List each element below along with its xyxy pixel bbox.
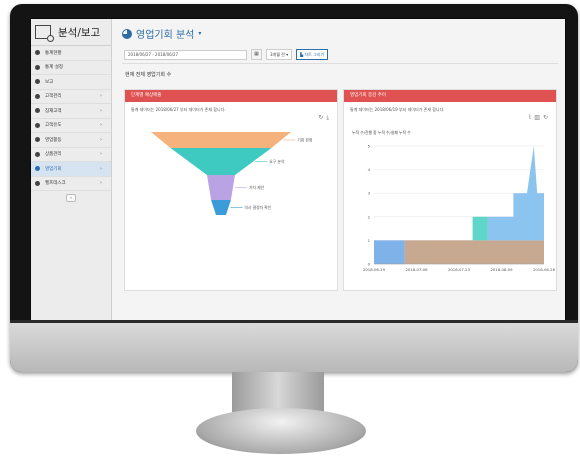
sidebar-item[interactable]: 영업활동 ›: [31, 133, 111, 148]
app-title: 분석/보고: [58, 26, 101, 39]
trend-panel: 영업기회 증감 추이 통계 데이터는 2018/06/19 부터 데이터가 존재…: [343, 89, 557, 291]
refresh-icon[interactable]: ↻: [543, 114, 548, 121]
sidebar-item-label: 통계 설정: [45, 65, 63, 71]
building-icon: [35, 122, 40, 128]
x-tick-label: 2018-08-09: [490, 267, 513, 272]
divider: [122, 63, 558, 64]
chart-icon: [35, 166, 40, 172]
chevron-down-icon[interactable]: ▾: [198, 30, 201, 37]
sidebar-item-label: 보고: [45, 79, 54, 85]
monitor-bezel: 분석/보고 통계현황 통계 설정 보고 고객관리 › 잠재고객 › 고객유도 › 영업활동 › 상품관…: [10, 4, 578, 372]
series-progress-area[interactable]: [472, 216, 488, 241]
draw-chart-label: 차트 그리기: [304, 52, 325, 57]
info-icon: [35, 108, 40, 114]
pie-chart-icon: [122, 28, 132, 39]
bar-chart-icon: ▙: [300, 52, 304, 57]
page-title-text: 영업기회 분석: [136, 30, 195, 41]
sidebar-item[interactable]: 고객관리 ›: [31, 90, 111, 104]
chevron-right-icon: ›: [100, 180, 102, 187]
funnel-stage[interactable]: [211, 200, 231, 215]
sidebar-collapse-button[interactable]: «: [66, 194, 76, 202]
trend-tools: ⌇ ▥ ↻: [528, 114, 548, 121]
sidebar-nav: 통계현황 통계 설정 보고 고객관리 › 잠재고객 › 고객유도 › 영업활동 › 상품관리 › 영업기회…: [31, 46, 111, 191]
handshake-icon: [35, 93, 40, 99]
y-tick-label: 2: [368, 214, 371, 219]
draw-chart-button[interactable]: ▙ 차트 그리기: [296, 49, 329, 60]
gift-icon: [35, 151, 40, 157]
y-tick-label: 3: [368, 191, 371, 196]
pie-chart-icon: [35, 64, 40, 70]
sidebar-item-label: 영업활동: [45, 137, 62, 143]
main-content: 영업기회 분석 ▾ 2018/06/27 - 2018/06/27 ▦ 3개월 …: [112, 19, 565, 325]
trend-chart: 0 1 2 3 4 5 2018-06-19 2018-07-06 2018-07-23 2018…: [363, 144, 556, 273]
sidebar-item[interactable]: 영업기회 ›: [31, 162, 111, 177]
funnel-panel-header: 단계별 예상매출: [125, 90, 337, 102]
sidebar-item-label: 고객관리: [45, 94, 62, 100]
y-tick-label: 4: [368, 167, 371, 172]
monitor-chin: [10, 320, 578, 372]
sidebar: 분석/보고 통계현황 통계 설정 보고 고객관리 › 잠재고객 › 고객유도 › 영업활동 › 상품관…: [31, 19, 112, 325]
line-chart-icon[interactable]: ⌇: [528, 114, 531, 121]
sidebar-item[interactable]: 헬프데스크 ›: [31, 177, 111, 191]
funnel-stage[interactable]: [151, 132, 291, 148]
report-search-icon: [35, 25, 54, 42]
x-tick-label: 2018-06-19: [363, 267, 386, 272]
sidebar-item-label: 영업기회: [45, 166, 62, 172]
x-tick-label: 2018-07-23: [448, 267, 471, 272]
funnel-chart: 기회 판정요구 분석가치 제안의사 결정자 확인: [151, 132, 313, 215]
sidebar-item[interactable]: 보고: [31, 75, 111, 90]
headset-icon: [35, 180, 40, 186]
funnel-stage-label: 가치 제안: [249, 185, 265, 190]
y-tick-label: 5: [368, 144, 371, 149]
screen: 분석/보고 통계현황 통계 설정 보고 고객관리 › 잠재고객 › 고객유도 › 영업활동 › 상품관…: [30, 18, 566, 326]
chevron-right-icon: ›: [100, 93, 102, 100]
filter-toolbar: 2018/06/27 - 2018/06/27 ▦ 3개월 전 ▾ ▙ 차트 그…: [124, 49, 329, 60]
funnel-stage-label: 요구 분석: [269, 159, 285, 164]
chevron-right-icon: ›: [100, 165, 102, 172]
chevron-right-icon: ›: [100, 151, 102, 158]
y-tick-label: 1: [368, 238, 371, 243]
monitor-chin-edge: [10, 320, 578, 323]
sidebar-item-label: 고객유도: [45, 123, 62, 129]
period-select-value: 3개월 전: [270, 52, 285, 57]
page-title: 영업기회 분석 ▾: [122, 26, 201, 41]
sidebar-item-label: 통계현황: [45, 50, 62, 56]
bar-chart-icon[interactable]: ▥: [534, 114, 540, 121]
chevron-right-icon: ›: [100, 107, 102, 114]
sidebar-item-label: 잠재고객: [45, 108, 62, 114]
section-subtitle: 현재 전체 영업기회 수: [125, 72, 172, 78]
briefcase-icon: [35, 137, 40, 143]
period-select[interactable]: 3개월 전 ▾: [266, 49, 293, 60]
sidebar-item[interactable]: 고객유도 ›: [31, 119, 111, 133]
series-failed-area[interactable]: [404, 240, 544, 264]
funnel-panel: 단계별 예상매출 통계 데이터는 2018/06/27 부터 데이터가 존재 합…: [124, 89, 338, 291]
calendar-icon[interactable]: ▦: [251, 49, 262, 60]
x-tick-label: 2018-08-26: [533, 267, 556, 272]
funnel-panel-note: 통계 데이터는 2018/06/27 부터 데이터가 존재 합니다.: [131, 107, 226, 112]
y-tick-label: 0: [368, 262, 371, 267]
sidebar-item[interactable]: 상품관리 ›: [31, 148, 111, 162]
funnel-stage-label: 기회 판정: [297, 138, 313, 143]
brand: 분석/보고: [31, 19, 111, 46]
chevron-right-icon: ›: [100, 136, 102, 143]
date-range-input[interactable]: 2018/06/27 - 2018/06/27: [124, 49, 247, 60]
sidebar-item[interactable]: 잠재고객 ›: [31, 104, 111, 119]
pie-chart-icon: [35, 50, 40, 56]
funnel-stage-label: 의사 결정자 확인: [244, 205, 271, 210]
trend-panel-note: 통계 데이터는 2018/06/19 부터 데이터가 존재 합니다.: [350, 107, 445, 112]
x-tick-label: 2018-07-06: [405, 267, 428, 272]
sidebar-item-label: 헬프데스크: [45, 181, 66, 187]
sidebar-item[interactable]: 통계 설정: [31, 61, 111, 75]
monitor-stand-base: [196, 408, 366, 454]
chevron-right-icon: ›: [100, 122, 102, 129]
trend-panel-header: 영업기회 증감 추이: [344, 90, 556, 102]
sidebar-item-label: 상품관리: [45, 152, 62, 158]
funnel-stage[interactable]: [207, 175, 235, 200]
monitor-stand-neck: [232, 372, 324, 412]
pie-chart-icon: [35, 79, 40, 85]
sidebar-item[interactable]: 통계현황: [31, 46, 111, 61]
